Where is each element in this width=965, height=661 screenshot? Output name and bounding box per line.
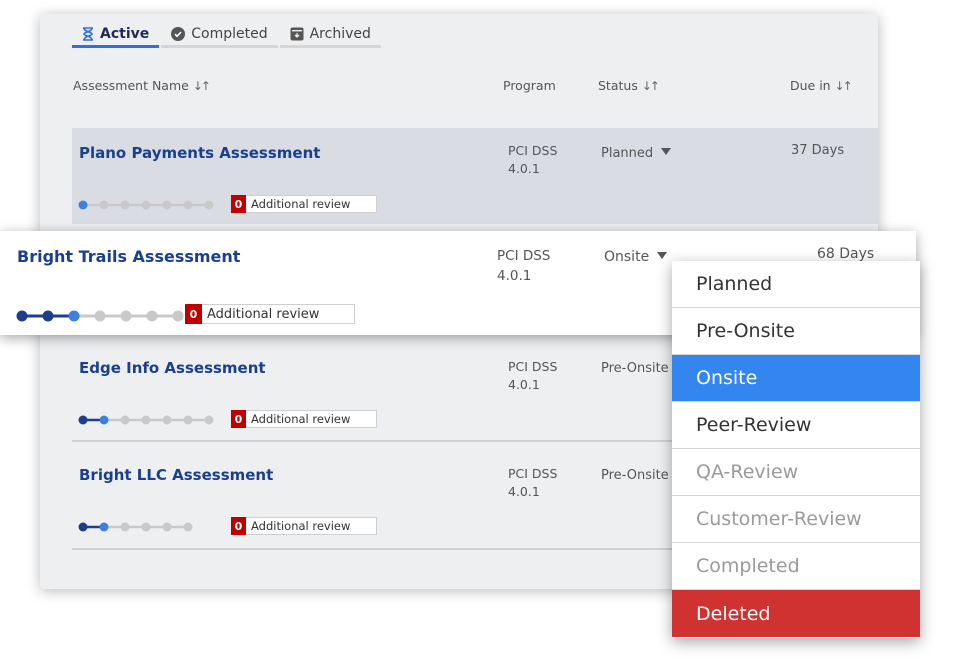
step-dot: [172, 310, 184, 322]
tab-archived[interactable]: Archived: [279, 22, 381, 48]
status-option-onsite[interactable]: Onsite: [672, 355, 920, 402]
step-dot: [141, 200, 151, 210]
additional-review-badge[interactable]: 0 Additional review: [231, 410, 377, 428]
step-dot: [78, 415, 88, 425]
step-dot: [16, 310, 28, 322]
program-cell: PCI DSS 4.0.1: [508, 466, 558, 499]
progress-steps: [78, 200, 214, 210]
review-count: 0: [231, 195, 246, 213]
step-dot: [78, 200, 88, 210]
review-label: Additional review: [207, 306, 320, 322]
step-dot: [183, 415, 193, 425]
caret-down-icon: [661, 148, 672, 155]
step-dot: [99, 200, 109, 210]
hourglass-icon: [82, 26, 94, 41]
tab-bar: Active Completed Archived: [72, 22, 383, 48]
tab-label: Active: [100, 25, 150, 42]
step-dot: [204, 200, 214, 210]
sort-icon: ↓↑: [641, 79, 660, 93]
assessment-name-link[interactable]: Bright Trails Assessment: [17, 247, 240, 266]
status-dropdown[interactable]: Onsite: [604, 249, 668, 265]
program-cell: PCI DSS 4.0.1: [497, 248, 551, 284]
caret-down-icon: [657, 252, 668, 259]
progress-steps: [78, 415, 214, 425]
due-cell: 68 Days: [817, 246, 875, 262]
column-header-status[interactable]: Status ↓↑: [598, 78, 660, 93]
step-dot: [183, 522, 193, 532]
status-dropdown[interactable]: Planned: [601, 146, 672, 161]
step-dot: [99, 522, 109, 532]
step-dot: [146, 310, 158, 322]
step-dot: [120, 310, 132, 322]
step-dot: [183, 200, 193, 210]
status-dropdown[interactable]: Pre-Onsite: [601, 361, 669, 376]
tab-label: Archived: [309, 25, 371, 42]
assessment-name-link[interactable]: Bright LLC Assessment: [79, 466, 273, 484]
step-dot: [120, 200, 130, 210]
step-dot: [141, 415, 151, 425]
program-cell: PCI DSS 4.0.1: [508, 143, 558, 176]
status-option-deleted[interactable]: Deleted: [672, 590, 920, 637]
review-count: 0: [185, 304, 202, 324]
assessment-name-link[interactable]: Plano Payments Assessment: [79, 144, 320, 162]
assessment-name-link[interactable]: Edge Info Assessment: [79, 359, 266, 377]
column-header-due[interactable]: Due in ↓↑: [790, 78, 853, 93]
status-dropdown-menu: Planned Pre-Onsite Onsite Peer-Review QA…: [672, 261, 920, 638]
tab-active[interactable]: Active: [72, 22, 160, 48]
status-option-pre-onsite[interactable]: Pre-Onsite: [672, 308, 920, 355]
status-dropdown[interactable]: Pre-Onsite: [601, 468, 669, 483]
step-dot: [99, 415, 109, 425]
due-cell: 37 Days: [791, 143, 845, 158]
status-option-completed: Completed: [672, 543, 920, 590]
step-dot: [162, 415, 172, 425]
review-label: Additional review: [251, 197, 351, 211]
column-header-name[interactable]: Assessment Name ↓↑: [73, 78, 211, 93]
review-count: 0: [231, 410, 246, 428]
sort-icon: ↓↑: [192, 79, 211, 93]
progress-steps: [16, 310, 184, 322]
review-count: 0: [231, 517, 246, 535]
status-option-qa-review: QA-Review: [672, 449, 920, 496]
status-option-peer-review[interactable]: Peer-Review: [672, 402, 920, 449]
progress-steps: [78, 522, 193, 532]
check-circle-icon: [171, 26, 186, 41]
tab-label: Completed: [191, 25, 268, 42]
status-option-customer-review: Customer-Review: [672, 496, 920, 543]
step-dot: [42, 310, 54, 322]
step-dot: [162, 522, 172, 532]
review-label: Additional review: [251, 519, 351, 533]
step-dot: [120, 522, 130, 532]
tab-completed[interactable]: Completed: [161, 22, 278, 48]
status-option-planned[interactable]: Planned: [672, 261, 920, 308]
column-header-program: Program: [503, 78, 556, 93]
step-dot: [68, 310, 80, 322]
step-dot: [141, 522, 151, 532]
step-dot: [120, 415, 130, 425]
additional-review-badge[interactable]: 0 Additional review: [231, 517, 377, 535]
archive-icon: [290, 27, 304, 41]
sort-icon: ↓↑: [834, 79, 853, 93]
step-dot: [162, 200, 172, 210]
additional-review-badge[interactable]: 0 Additional review: [185, 304, 355, 324]
step-dot: [204, 415, 214, 425]
program-cell: PCI DSS 4.0.1: [508, 359, 558, 392]
review-label: Additional review: [251, 412, 351, 426]
additional-review-badge[interactable]: 0 Additional review: [231, 195, 377, 213]
step-dot: [94, 310, 106, 322]
step-dot: [78, 522, 88, 532]
